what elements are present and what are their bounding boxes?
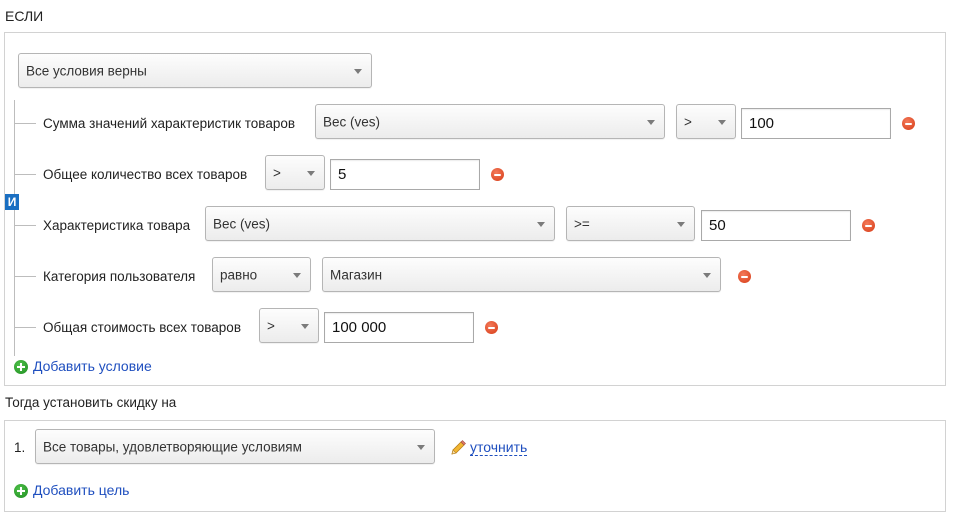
attribute-select[interactable]: Вес (ves) — [315, 104, 665, 139]
chevron-down-icon — [293, 272, 301, 278]
attribute-select[interactable]: Вес (ves) — [205, 206, 555, 241]
operator-select[interactable]: > — [259, 308, 319, 343]
operator-value: > — [684, 114, 692, 129]
minus-circle-icon[interactable] — [902, 117, 915, 130]
chevron-down-icon — [307, 170, 315, 176]
operator-value: > — [273, 165, 281, 180]
tree-branch — [14, 225, 36, 226]
operator-value: >= — [574, 216, 590, 231]
refine-link[interactable]: уточнить — [470, 439, 528, 456]
plus-circle-icon[interactable] — [14, 484, 28, 498]
operator-select[interactable]: > — [676, 104, 736, 139]
chevron-down-icon — [354, 68, 362, 74]
condition-label: Общая стоимость всех товаров — [43, 320, 241, 335]
if-heading: ЕСЛИ — [5, 8, 44, 24]
minus-circle-icon[interactable] — [738, 270, 751, 283]
chevron-down-icon — [718, 119, 726, 125]
value-select[interactable]: Магазин — [322, 257, 721, 292]
condition-mode-select[interactable]: Все условия верны — [18, 53, 372, 88]
tree-branch — [14, 123, 36, 124]
chevron-down-icon — [703, 272, 711, 278]
target-number: 1. — [14, 440, 26, 455]
chevron-down-icon — [647, 119, 655, 125]
tree-branch — [14, 174, 36, 175]
condition-mode-value: Все условия верны — [26, 63, 147, 78]
pencil-icon[interactable] — [449, 439, 467, 457]
operator-select[interactable]: равно — [212, 257, 311, 292]
chevron-down-icon — [301, 323, 309, 329]
value-select-value: Магазин — [330, 267, 383, 282]
value-input[interactable] — [324, 312, 474, 343]
minus-circle-icon[interactable] — [485, 321, 498, 334]
condition-label: Характеристика товара — [43, 218, 191, 233]
then-heading: Тогда установить скидку на — [5, 395, 177, 410]
value-input[interactable] — [701, 210, 851, 241]
chevron-down-icon — [537, 221, 545, 227]
minus-circle-icon[interactable] — [862, 219, 875, 232]
tree-branch — [14, 276, 36, 277]
condition-label: Категория пользователя — [43, 269, 196, 284]
tree-branch — [14, 327, 36, 328]
minus-circle-icon[interactable] — [491, 168, 504, 181]
plus-circle-icon[interactable] — [14, 360, 28, 374]
and-operator-badge[interactable]: И — [5, 194, 19, 210]
condition-label: Сумма значений характеристик товаров — [43, 116, 296, 131]
add-condition-link[interactable]: Добавить условие — [33, 358, 152, 374]
operator-value: > — [267, 318, 275, 333]
attribute-value: Вес (ves) — [213, 216, 271, 231]
chevron-down-icon — [417, 444, 425, 450]
operator-value: равно — [220, 267, 258, 282]
chevron-down-icon — [677, 221, 685, 227]
target-select[interactable]: Все товары, удовлетворяющие условиям — [35, 429, 435, 464]
attribute-value: Вес (ves) — [323, 114, 381, 129]
target-value: Все товары, удовлетворяющие условиям — [43, 439, 302, 454]
tree-line — [14, 100, 15, 356]
value-input[interactable] — [330, 159, 480, 190]
value-input[interactable] — [741, 108, 891, 139]
operator-select[interactable]: >= — [566, 206, 695, 241]
add-target-link[interactable]: Добавить цель — [33, 482, 129, 498]
condition-label: Общее количество всех товаров — [43, 167, 248, 182]
operator-select[interactable]: > — [265, 155, 325, 190]
